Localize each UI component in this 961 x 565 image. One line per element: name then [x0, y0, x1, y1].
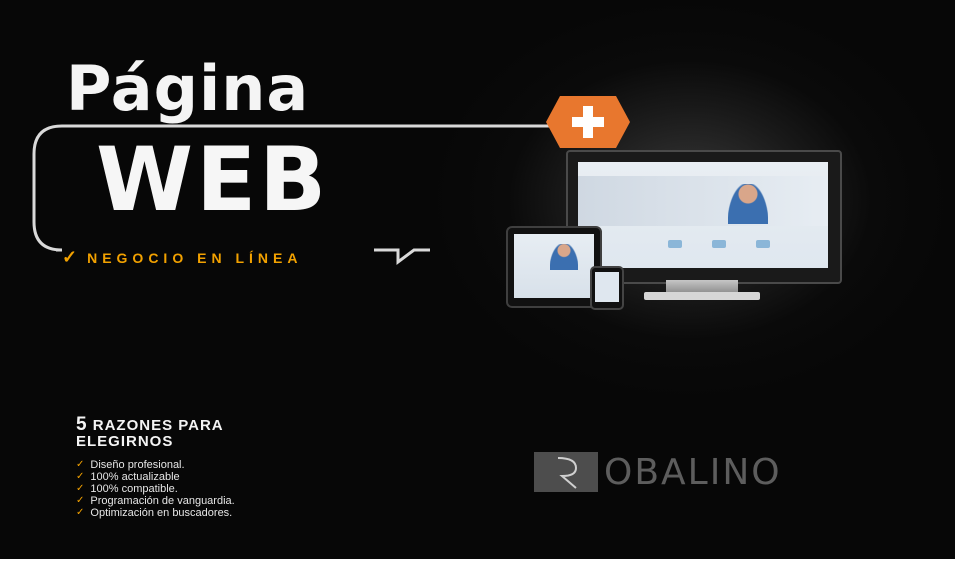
- tagline: ✓ NEGOCIO EN LÍNEA: [62, 247, 302, 268]
- reasons-list: ✓ Diseño profesional. ✓ 100% actualizable …: [76, 459, 235, 519]
- check-icon: ✓: [76, 459, 85, 470]
- reasons-number: 5: [76, 414, 88, 435]
- logo-mark: [534, 452, 598, 492]
- headline-line2: WEB: [96, 128, 330, 231]
- check-icon: ✓: [76, 471, 85, 482]
- reasons-title-line2: ELEGIRNOS: [76, 433, 174, 450]
- tagline-text: NEGOCIO EN LÍNEA: [87, 249, 303, 266]
- check-icon: ✓: [76, 495, 85, 506]
- check-icon: ✓: [62, 247, 78, 267]
- plus-icon: [546, 96, 630, 148]
- poster: Página WEB ✓ NEGOCIO EN LÍNEA 5 RAZONES …: [0, 0, 961, 565]
- phone-icon: [590, 266, 624, 310]
- list-item: ✓ Programación de vanguardia.: [76, 495, 235, 507]
- logo-name: OBALINO: [604, 452, 782, 493]
- reasons-title: 5 RAZONES PARA ELEGIRNOS: [76, 414, 224, 450]
- list-item: ✓ 100% compatible.: [76, 483, 178, 495]
- check-icon: ✓: [76, 507, 85, 518]
- company-logo: OBALINO: [520, 432, 880, 498]
- list-item: ✓ Diseño profesional.: [76, 459, 185, 471]
- list-item: ✓ 100% actualizable: [76, 471, 180, 483]
- tablet-icon: [506, 226, 602, 308]
- check-icon: ✓: [76, 483, 85, 494]
- headline-line1: Página: [66, 52, 310, 125]
- list-item: ✓ Optimización en buscadores.: [76, 507, 233, 519]
- reasons-title-line1: RAZONES PARA: [87, 417, 224, 434]
